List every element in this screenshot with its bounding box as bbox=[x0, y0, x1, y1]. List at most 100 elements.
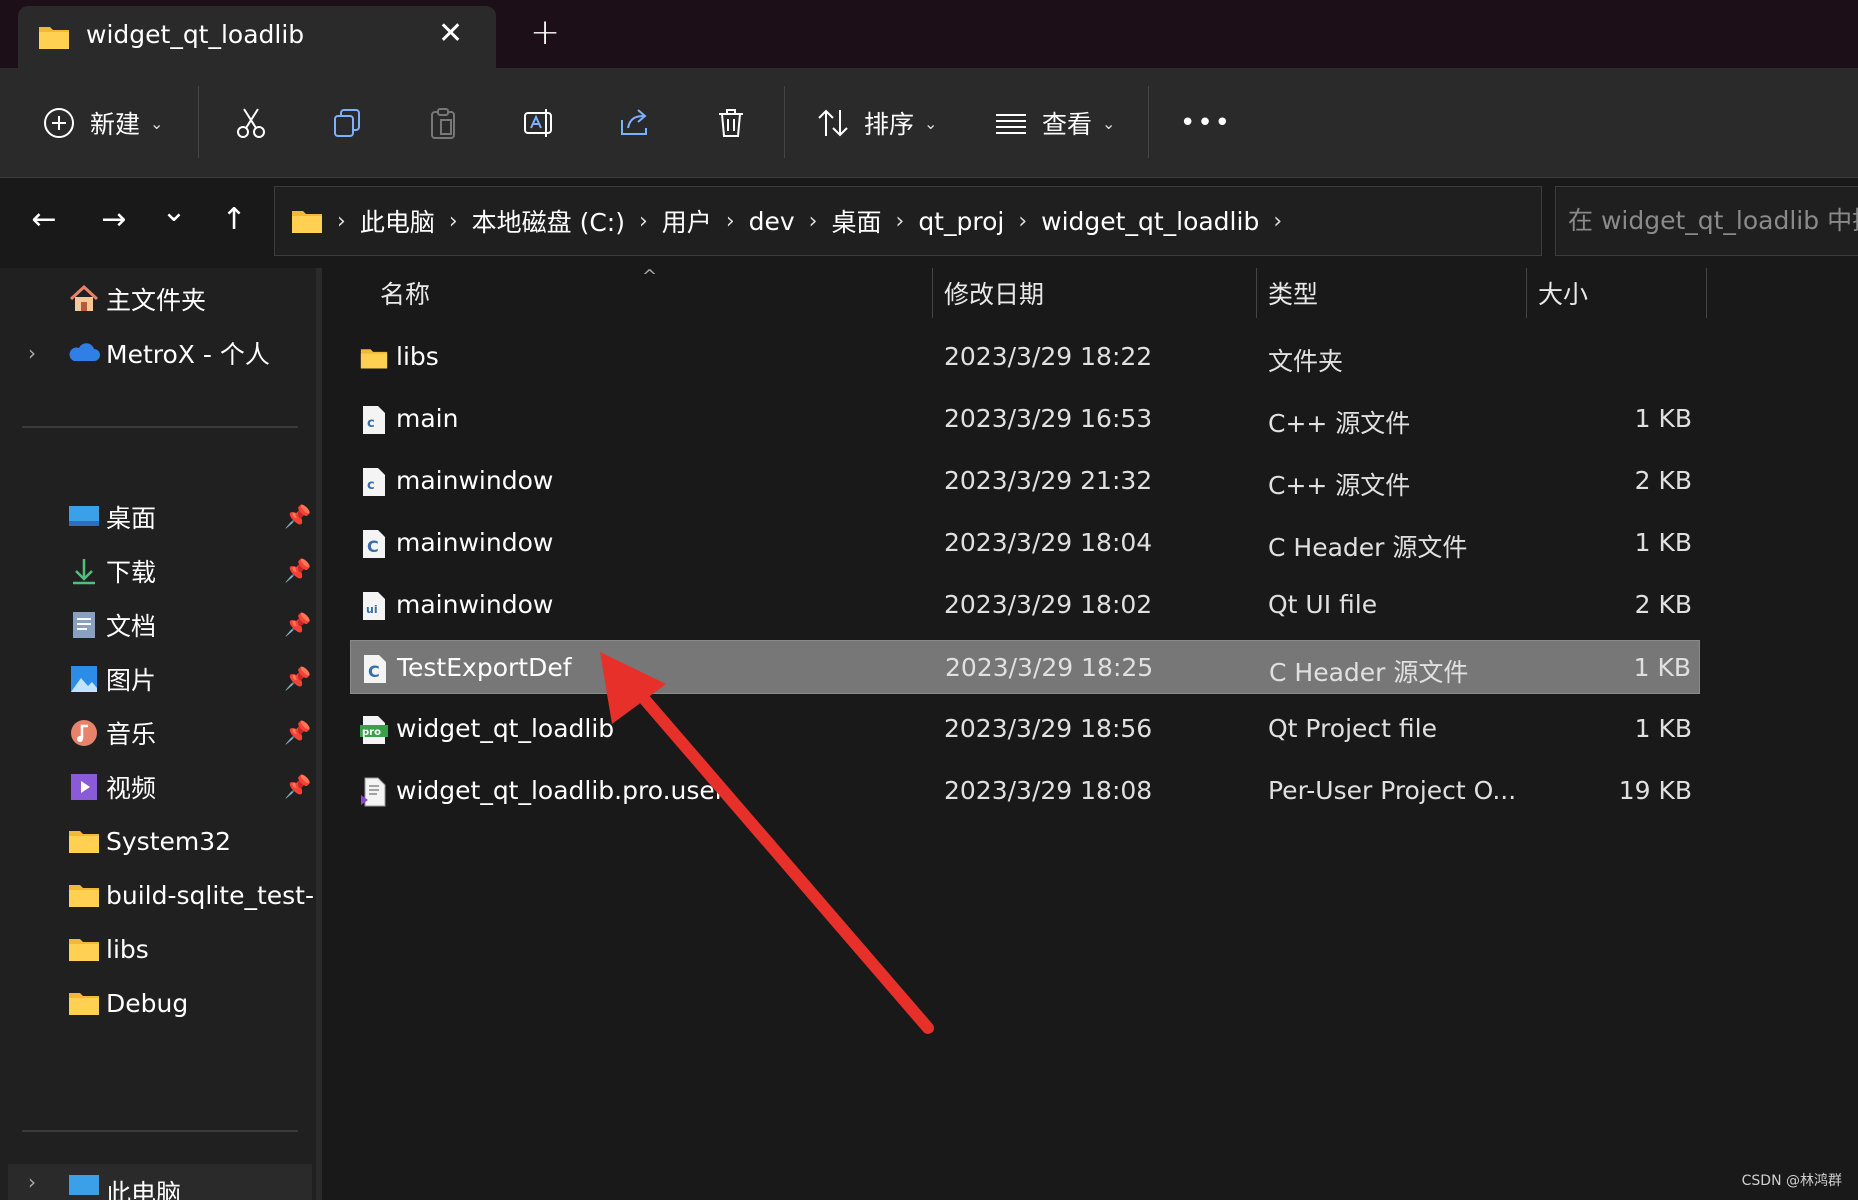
sidebar-item-label: System32 bbox=[106, 826, 232, 856]
svg-text:ui: ui bbox=[366, 603, 378, 616]
file-row-selected[interactable]: C TestExportDef 2023/3/29 18:25 C Header… bbox=[350, 640, 1700, 694]
pictures-icon bbox=[71, 666, 97, 692]
column-header-name[interactable]: 名称 bbox=[380, 268, 430, 318]
chevron-right-icon[interactable]: › bbox=[28, 1170, 36, 1194]
file-modified: 2023/3/29 18:25 bbox=[945, 653, 1154, 682]
delete-button[interactable] bbox=[714, 68, 748, 178]
forward-arrow-icon[interactable]: → bbox=[94, 200, 134, 240]
sidebar-item-videos[interactable]: 视频 📌 bbox=[0, 760, 316, 814]
column-divider[interactable] bbox=[1706, 268, 1707, 318]
breadcrumb-users[interactable]: 用户 bbox=[662, 203, 712, 239]
sidebar-item-music[interactable]: 音乐 📌 bbox=[0, 706, 316, 760]
chevron-right-icon[interactable]: › bbox=[28, 341, 36, 365]
navigation-bar: ← → ⌄ ↑ › 此电脑 › 本地磁盘 (C:) › 用户 › dev › 桌… bbox=[0, 178, 1858, 268]
recent-locations-chevron-icon[interactable]: ⌄ bbox=[154, 192, 194, 232]
file-row[interactable]: c mainwindow 2023/3/29 21:32 C++ 源文件 2 K… bbox=[350, 454, 1700, 508]
chevron-down-icon: ⌄ bbox=[924, 113, 938, 133]
back-arrow-icon[interactable]: ← bbox=[24, 200, 64, 240]
column-divider[interactable] bbox=[1256, 268, 1257, 318]
more-options-button[interactable]: ••• bbox=[1180, 68, 1232, 178]
cpp-file-icon: c bbox=[363, 468, 385, 496]
up-arrow-icon[interactable]: ↑ bbox=[214, 200, 254, 240]
pin-icon[interactable]: 📌 bbox=[284, 505, 311, 530]
breadcrumb-widget-qt-loadlib[interactable]: widget_qt_loadlib bbox=[1041, 207, 1259, 236]
column-header-type[interactable]: 类型 bbox=[1268, 268, 1318, 318]
sidebar-item-pictures[interactable]: 图片 📌 bbox=[0, 652, 316, 706]
video-icon bbox=[71, 774, 97, 800]
sidebar-item-debug[interactable]: Debug bbox=[0, 976, 316, 1030]
tab-widget-qt-loadlib[interactable]: widget_qt_loadlib ✕ bbox=[18, 6, 496, 68]
column-header-size[interactable]: 大小 bbox=[1538, 268, 1588, 318]
sidebar-item-label: 文档 bbox=[106, 612, 157, 641]
copy-button[interactable] bbox=[330, 68, 364, 178]
breadcrumb-qt-proj[interactable]: qt_proj bbox=[918, 207, 1004, 236]
sidebar-item-documents[interactable]: 文档 📌 bbox=[0, 598, 316, 652]
sort-arrows-icon bbox=[818, 109, 848, 137]
copy-icon bbox=[334, 109, 360, 137]
new-tab-button[interactable]: + bbox=[530, 12, 560, 53]
sidebar-item-label: libs bbox=[106, 934, 149, 964]
breadcrumb-this-pc[interactable]: 此电脑 bbox=[360, 203, 435, 239]
column-header-modified[interactable]: 修改日期 bbox=[944, 268, 1044, 318]
sidebar-item-desktop[interactable]: 桌面 📌 bbox=[0, 490, 316, 544]
sidebar-item-home[interactable]: 主文件夹 bbox=[0, 272, 316, 326]
sidebar-item-build-sqlite[interactable]: build-sqlite_test-D bbox=[0, 868, 333, 922]
rename-button[interactable] bbox=[522, 68, 556, 178]
sidebar-item-label: 图片 bbox=[106, 666, 157, 695]
file-type: C++ 源文件 bbox=[1268, 409, 1411, 438]
folder-icon bbox=[69, 831, 99, 853]
sidebar-item-system32[interactable]: System32 bbox=[0, 814, 316, 868]
chevron-right-icon: › bbox=[725, 208, 735, 234]
file-modified: 2023/3/29 21:32 bbox=[944, 466, 1153, 495]
file-row[interactable]: ui mainwindow 2023/3/29 18:02 Qt UI file… bbox=[350, 578, 1700, 632]
file-size: 2 KB bbox=[1634, 590, 1692, 619]
view-button[interactable]: 查看 ⌄ bbox=[994, 68, 1115, 178]
file-type: 文件夹 bbox=[1268, 347, 1344, 376]
file-type: C++ 源文件 bbox=[1268, 471, 1411, 500]
share-button[interactable] bbox=[618, 68, 652, 178]
sidebar-item-label: 主文件夹 bbox=[106, 286, 207, 315]
address-bar[interactable]: › 此电脑 › 本地磁盘 (C:) › 用户 › dev › 桌面 › qt_p… bbox=[274, 186, 1788, 256]
sidebar-item-downloads[interactable]: 下载 📌 bbox=[0, 544, 316, 598]
column-divider[interactable] bbox=[1526, 268, 1527, 318]
close-tab-icon[interactable]: ✕ bbox=[438, 16, 463, 51]
pin-icon[interactable]: 📌 bbox=[284, 559, 311, 584]
sidebar-item-label: 此电脑 bbox=[106, 1179, 182, 1200]
chevron-right-icon: › bbox=[808, 208, 818, 234]
svg-text:c: c bbox=[367, 478, 375, 493]
paste-button[interactable] bbox=[426, 68, 460, 178]
cut-button[interactable] bbox=[234, 68, 268, 178]
sidebar-item-label: 视频 bbox=[106, 774, 157, 803]
file-row[interactable]: c main 2023/3/29 16:53 C++ 源文件 1 KB bbox=[350, 392, 1700, 446]
file-row[interactable]: pro widget_qt_loadlib 2023/3/29 18:56 Qt… bbox=[350, 702, 1700, 756]
folder-icon bbox=[292, 211, 322, 233]
pin-icon[interactable]: 📌 bbox=[284, 775, 311, 800]
sidebar-item-this-pc[interactable]: › 此电脑 bbox=[8, 1164, 312, 1200]
breadcrumb-desktop[interactable]: 桌面 bbox=[831, 203, 881, 239]
chevron-down-icon: ⌄ bbox=[1102, 113, 1116, 133]
desktop-icon bbox=[69, 506, 99, 526]
file-row[interactable]: libs 2023/3/29 18:22 文件夹 bbox=[350, 330, 1700, 384]
file-row[interactable]: widget_qt_loadlib.pro.user 2023/3/29 18:… bbox=[350, 764, 1700, 818]
breadcrumb-local-disk[interactable]: 本地磁盘 (C:) bbox=[472, 203, 625, 239]
cpp-file-icon: c bbox=[363, 406, 385, 434]
file-size: 19 KB bbox=[1618, 776, 1692, 805]
search-input[interactable]: 在 widget_qt_loadlib 中搜索 bbox=[1555, 186, 1858, 256]
pin-icon[interactable]: 📌 bbox=[284, 721, 311, 746]
breadcrumb-dev[interactable]: dev bbox=[749, 207, 795, 236]
watermark: CSDN @林鸿群 bbox=[1741, 1173, 1842, 1189]
sort-button[interactable]: 排序 ⌄ bbox=[816, 68, 937, 178]
plus-circle-icon bbox=[44, 108, 74, 138]
user-file-icon bbox=[361, 777, 386, 807]
column-divider[interactable] bbox=[932, 268, 933, 318]
pin-icon[interactable]: 📌 bbox=[284, 613, 311, 638]
chevron-right-icon[interactable]: › bbox=[1273, 209, 1282, 234]
sidebar-item-label: 音乐 bbox=[106, 720, 157, 749]
new-button[interactable]: 新建 ⌄ bbox=[42, 68, 163, 178]
chevron-right-icon: › bbox=[638, 208, 648, 234]
sidebar-item-libs[interactable]: libs bbox=[0, 922, 316, 976]
file-row[interactable]: C mainwindow 2023/3/29 18:04 C Header 源文… bbox=[350, 516, 1700, 570]
pin-icon[interactable]: 📌 bbox=[284, 667, 311, 692]
sidebar-item-onedrive[interactable]: › MetroX - 个人 bbox=[0, 326, 316, 380]
sidebar-divider bbox=[22, 1130, 298, 1132]
